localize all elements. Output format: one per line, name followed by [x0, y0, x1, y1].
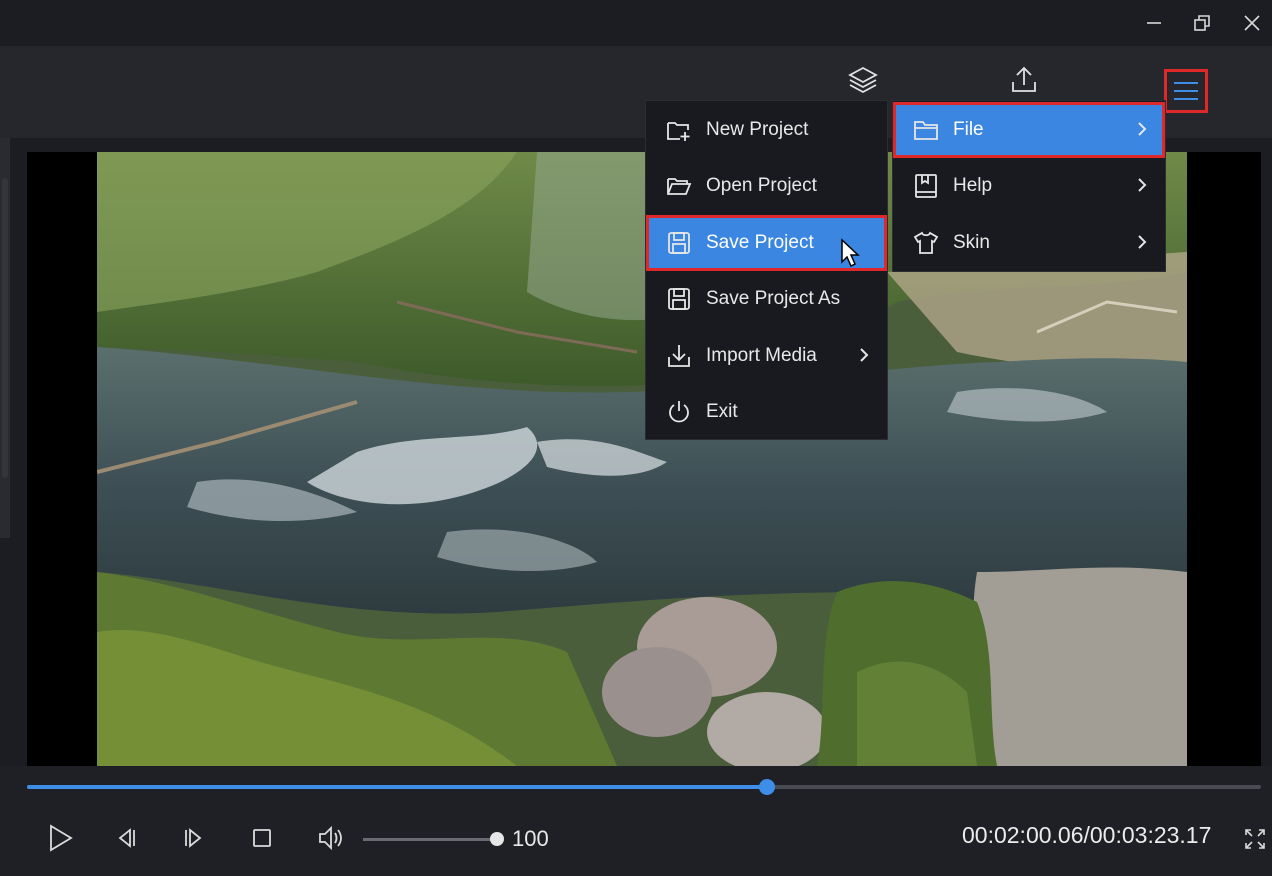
fullscreen-icon [1245, 829, 1265, 849]
save-as-icon [666, 286, 692, 312]
menu-item-label: New Project [706, 119, 809, 140]
chevron-right-icon [1135, 233, 1149, 256]
menu-item-save-project-as[interactable]: Save Project As [646, 271, 887, 327]
power-icon [666, 399, 692, 425]
seek-bar[interactable] [27, 779, 1261, 795]
restore-button[interactable] [1186, 8, 1218, 38]
title-bar [0, 0, 1272, 46]
play-button[interactable] [42, 820, 78, 856]
shirt-icon [913, 230, 939, 256]
chevron-right-icon [1135, 176, 1149, 199]
menu-item-file[interactable]: File [893, 102, 1165, 158]
menu-item-label: Exit [706, 401, 738, 422]
volume-slider[interactable] [363, 832, 504, 846]
menu-item-label: Import Media [706, 345, 817, 366]
menu-item-label: Help [953, 175, 993, 196]
minimize-button[interactable] [1138, 8, 1170, 38]
chevron-right-icon [857, 346, 871, 369]
menu-item-label: Skin [953, 232, 990, 253]
chevron-right-icon [1135, 120, 1149, 143]
book-icon [913, 173, 939, 199]
main-menu: File Help Skin [892, 100, 1166, 272]
layers-button[interactable] [843, 60, 883, 100]
menu-item-skin[interactable]: Skin [893, 215, 1165, 271]
left-panel-edge [0, 138, 10, 538]
export-icon [1012, 66, 1036, 92]
mouse-cursor-icon [840, 238, 862, 273]
menu-item-label: Open Project [706, 175, 817, 196]
close-button[interactable] [1236, 8, 1268, 38]
close-icon [1244, 15, 1260, 31]
volume-value: 100 [512, 826, 549, 851]
new-folder-icon [666, 117, 692, 143]
menu-item-label: Save Project [706, 232, 814, 253]
restore-icon [1194, 15, 1210, 31]
stop-icon [253, 829, 271, 847]
stop-button[interactable] [244, 820, 280, 856]
menu-item-exit[interactable]: Exit [646, 384, 887, 440]
menu-item-label: Save Project As [706, 288, 841, 309]
time-display: 00:02:00.06/00:03:23.17 [962, 822, 1212, 848]
menu-item-label: File [953, 119, 984, 140]
play-icon [50, 824, 73, 852]
main-menu-button[interactable] [1164, 69, 1208, 113]
menu-item-import-media[interactable]: Import Media [646, 328, 887, 384]
import-icon [666, 343, 692, 369]
fullscreen-button[interactable] [1240, 824, 1270, 854]
previous-frame-button[interactable] [108, 820, 144, 856]
menu-item-open-project[interactable]: Open Project [646, 158, 887, 214]
folder-icon [913, 117, 939, 143]
layers-icon [848, 66, 878, 94]
seek-bar-progress [27, 785, 768, 789]
hamburger-menu-icon [1174, 82, 1198, 100]
next-frame-button[interactable] [176, 820, 212, 856]
minimize-icon [1147, 22, 1161, 24]
open-folder-icon [666, 173, 692, 199]
export-button[interactable] [1004, 60, 1044, 100]
menu-item-help[interactable]: Help [893, 158, 1165, 214]
left-panel-scrollbar[interactable] [2, 178, 8, 478]
volume-button[interactable] [312, 820, 348, 856]
next-frame-icon [185, 828, 202, 848]
volume-handle[interactable] [490, 832, 504, 846]
menu-item-new-project[interactable]: New Project [646, 102, 887, 158]
previous-frame-icon [118, 828, 135, 848]
volume-icon [319, 825, 342, 851]
save-icon [666, 230, 692, 256]
